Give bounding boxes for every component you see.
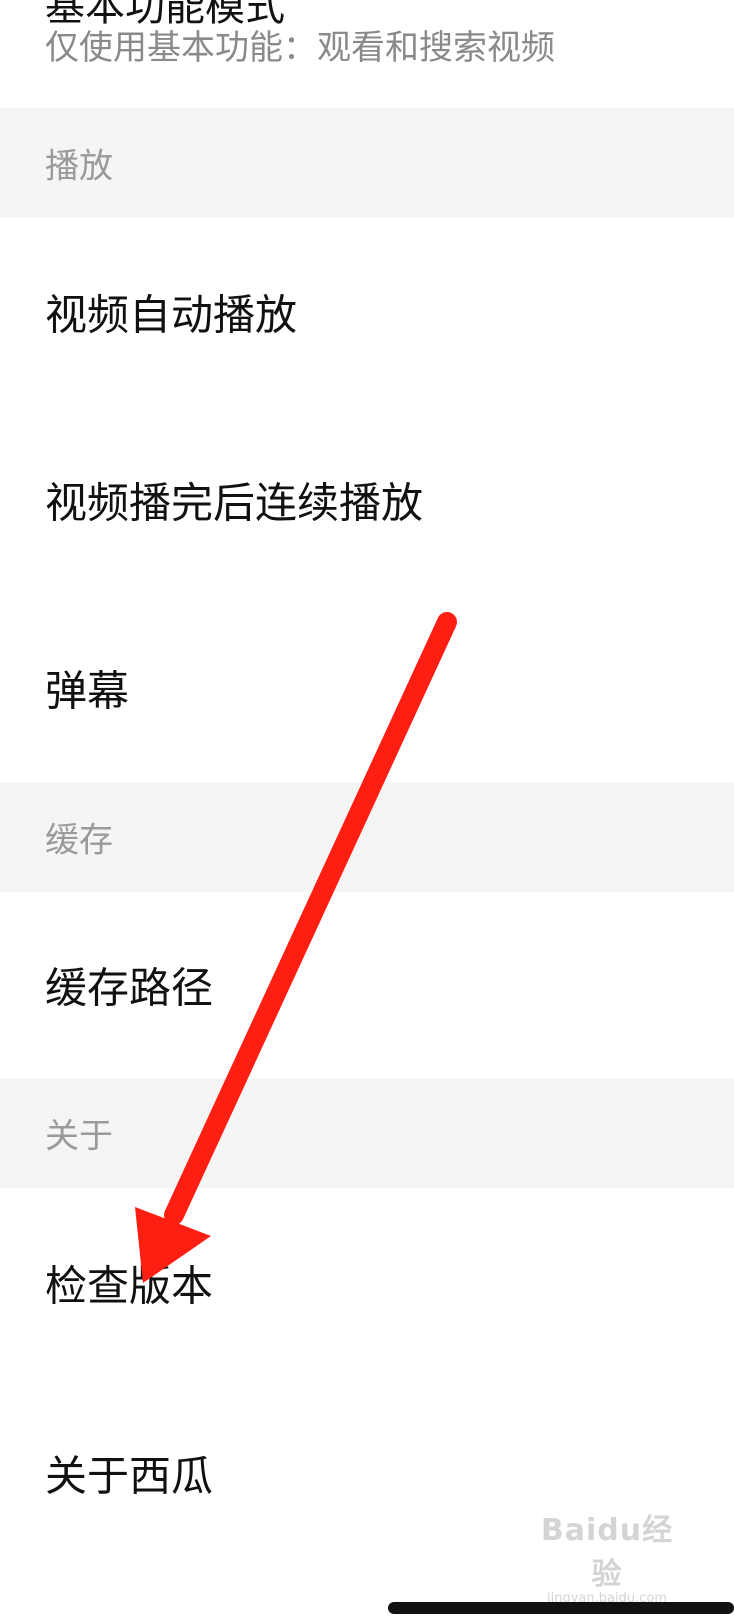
basic-mode-subtitle: 仅使用基本功能：观看和搜索视频 [45,28,555,68]
setting-item-danmaku-label: 弹幕 [45,666,130,716]
setting-item-autoplay-label: 视频自动播放 [45,290,298,340]
setting-item-autoplay[interactable]: 视频自动播放 [0,218,734,406]
setting-item-danmaku[interactable]: 弹幕 [0,594,734,782]
setting-item-check-version-label: 检查版本 [45,1261,214,1311]
section-header-playback: 播放 [0,108,734,218]
basic-mode-item[interactable]: 基本功能模式 仅使用基本功能：观看和搜索视频 [0,0,734,108]
watermark-logo: Baidu经验 [540,1513,674,1592]
section-header-about-label: 关于 [45,1116,113,1157]
section-header-cache: 缓存 [0,782,734,892]
baidu-jingyan-watermark: Baidu经验 jingyan.baidu.com [532,1505,682,1606]
setting-item-check-version[interactable]: 检查版本 [0,1188,734,1378]
setting-item-continuous-play-label: 视频播完后连续播放 [45,478,424,528]
setting-item-continuous-play[interactable]: 视频播完后连续播放 [0,406,734,594]
section-header-playback-label: 播放 [45,146,113,187]
section-header-about: 关于 [0,1078,734,1188]
setting-item-about-xigua-label: 关于西瓜 [45,1451,214,1501]
section-header-cache-label: 缓存 [45,820,113,861]
setting-item-cache-path-label: 缓存路径 [45,963,214,1013]
home-indicator[interactable] [388,1602,734,1614]
setting-item-cache-path[interactable]: 缓存路径 [0,892,734,1078]
settings-screen: 基本功能模式 仅使用基本功能：观看和搜索视频 播放 视频自动播放 视频播完后连续… [0,0,734,1624]
